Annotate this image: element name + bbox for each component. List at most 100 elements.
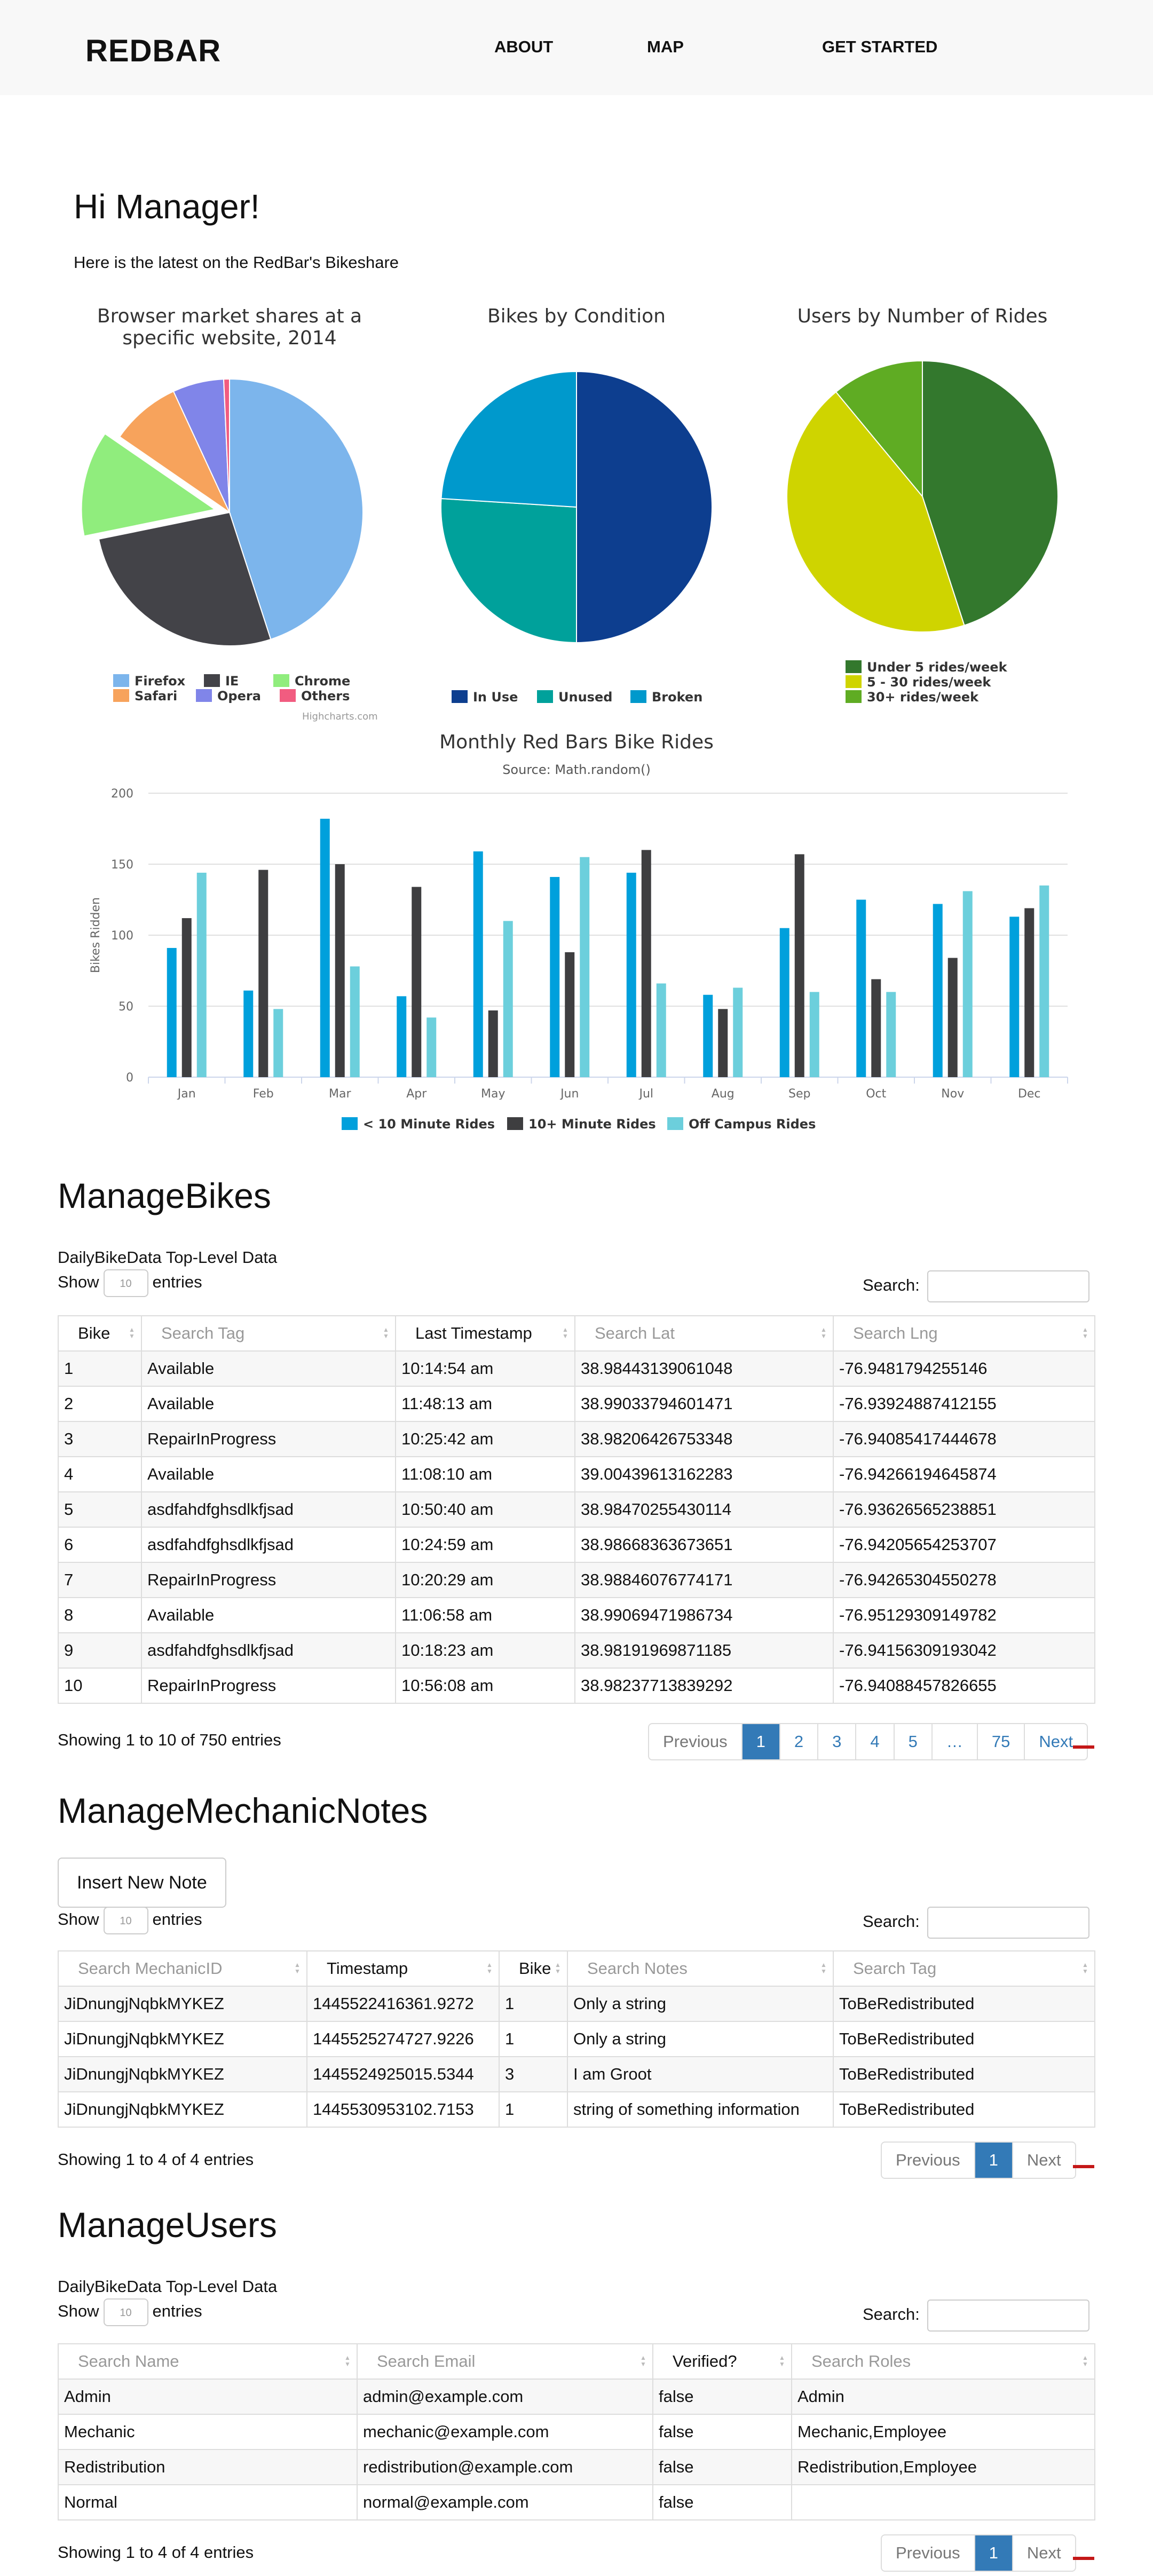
column-header-bike[interactable]: Bike ▲▼	[499, 1950, 568, 1987]
nav-map-link[interactable]: MAP	[647, 37, 684, 57]
legend-item[interactable]: Others	[280, 689, 350, 704]
table-row[interactable]: 3 RepairInProgress 10:25:42 am 38.982064267…	[58, 1421, 1095, 1457]
page-button-5[interactable]: 5	[893, 1724, 931, 1759]
entries-select[interactable]: 10	[103, 1907, 148, 1934]
next-page-button[interactable]: Next	[1024, 1724, 1087, 1759]
bar-dec-series-1[interactable]	[1009, 916, 1020, 1077]
bar-aug-series-2[interactable]	[718, 1009, 728, 1077]
legend-item[interactable]: Off Campus Rides	[667, 1117, 816, 1132]
column-header-search-lng[interactable]: Search Lng ▲▼	[833, 1315, 1095, 1352]
bar-feb-series-3[interactable]	[273, 1009, 283, 1077]
next-page-button[interactable]: Next	[1012, 2535, 1075, 2571]
page-button-2[interactable]: 2	[779, 1724, 817, 1759]
column-header-search-name[interactable]: Search Name ▲▼	[58, 2343, 358, 2380]
search-input[interactable]	[927, 1270, 1089, 1302]
pie-slice-in-use[interactable]	[576, 370, 713, 644]
legend-item[interactable]: 10+ Minute Rides	[507, 1117, 656, 1132]
legend-item[interactable]: IE	[204, 674, 239, 689]
bar-nov-series-2[interactable]	[947, 958, 958, 1077]
sort-icon[interactable]: ▲▼	[486, 1961, 493, 1974]
legend-item[interactable]: In Use	[452, 690, 518, 705]
bar-feb-series-1[interactable]	[243, 990, 254, 1077]
legend-item[interactable]: 30+ rides/week	[846, 690, 978, 705]
page-button-75[interactable]: 75	[976, 1724, 1024, 1759]
bar-apr-series-3[interactable]	[427, 1017, 437, 1077]
bar-nov-series-3[interactable]	[962, 891, 973, 1077]
legend-item[interactable]: Unused	[537, 690, 612, 705]
sort-icon[interactable]: ▲▼	[128, 1326, 136, 1339]
next-page-button[interactable]: Next	[1012, 2143, 1075, 2178]
page-button-3[interactable]: 3	[817, 1724, 855, 1759]
prev-page-button[interactable]: Previous	[882, 2143, 974, 2178]
entries-select[interactable]: 10	[103, 2298, 148, 2326]
bar-nov-series-1[interactable]	[933, 904, 943, 1077]
bar-jun-series-3[interactable]	[580, 857, 590, 1077]
table-row[interactable]: 4 Available 11:08:10 am 39.00439613162283 -7…	[58, 1456, 1095, 1492]
brand-logo[interactable]: REDBAR	[85, 33, 221, 69]
bar-sep-series-2[interactable]	[794, 854, 804, 1077]
bar-jun-series-2[interactable]	[565, 952, 575, 1077]
bar-aug-series-1[interactable]	[703, 994, 713, 1077]
column-header-search-lat[interactable]: Search Lat ▲▼	[574, 1315, 834, 1352]
legend-item[interactable]: Broken	[630, 690, 702, 705]
table-row[interactable]: 2 Available 11:48:13 am 38.99033794601471 -7…	[58, 1386, 1095, 1422]
column-header-search-tag[interactable]: Search Tag ▲▼	[141, 1315, 396, 1352]
bar-oct-series-1[interactable]	[856, 899, 866, 1078]
bar-may-series-1[interactable]	[473, 851, 483, 1077]
page-button-1[interactable]: 1	[974, 2143, 1012, 2178]
bar-feb-series-2[interactable]	[258, 870, 268, 1077]
column-header-bike[interactable]: Bike ▲▼	[58, 1315, 142, 1352]
sort-icon[interactable]: ▲▼	[778, 2354, 786, 2367]
sort-icon[interactable]: ▲▼	[1081, 1961, 1089, 1974]
search-input[interactable]	[927, 2300, 1089, 2332]
bar-jul-series-1[interactable]	[626, 872, 636, 1077]
entries-select[interactable]: 10	[103, 1269, 148, 1297]
legend-item[interactable]: 5 - 30 rides/week	[846, 675, 991, 690]
bar-apr-series-1[interactable]	[397, 996, 407, 1077]
bar-may-series-3[interactable]	[503, 921, 513, 1077]
table-row[interactable]: Mechanic mechanic@example.com false Mechani…	[58, 2414, 1095, 2450]
page-button-1[interactable]: 1	[741, 1724, 779, 1759]
sort-icon[interactable]: ▲▼	[562, 1326, 569, 1339]
bar-may-series-2[interactable]	[488, 1010, 498, 1077]
bar-mar-series-2[interactable]	[335, 864, 345, 1077]
bar-sep-series-1[interactable]	[779, 928, 789, 1077]
insert-note-button[interactable]: Insert New Note	[58, 1858, 226, 1908]
sort-icon[interactable]: ▲▼	[554, 1961, 562, 1974]
table-row[interactable]: 9 asdfahdfghsdlkfjsad 10:18:23 am 38.981919…	[58, 1632, 1095, 1669]
pie-slice-unused[interactable]	[440, 497, 577, 644]
table-row[interactable]: 1 Available 10:14:54 am 38.98443139061048 -7…	[58, 1350, 1095, 1387]
bar-sep-series-3[interactable]	[809, 992, 819, 1077]
nav-get-started-link[interactable]: GET STARTED	[822, 37, 937, 57]
table-row[interactable]: JiDnungjNqbkMYKEZ 1445522416361.9272 1 Only…	[58, 1986, 1095, 2022]
column-header-last-timestamp[interactable]: Last Timestamp ▲▼	[395, 1315, 575, 1352]
sort-icon[interactable]: ▲▼	[1081, 2354, 1089, 2367]
bar-jul-series-3[interactable]	[656, 983, 666, 1077]
table-row[interactable]: 8 Available 11:06:58 am 38.99069471986734 -7…	[58, 1597, 1095, 1633]
bar-oct-series-3[interactable]	[886, 992, 896, 1077]
legend-item[interactable]: < 10 Minute Rides	[342, 1117, 495, 1132]
bar-dec-series-2[interactable]	[1024, 908, 1034, 1077]
bar-mar-series-1[interactable]	[320, 818, 330, 1077]
sort-icon[interactable]: ▲▼	[344, 2354, 351, 2367]
bar-jan-series-3[interactable]	[196, 872, 207, 1077]
table-row[interactable]: Admin admin@example.com false Admin	[58, 2379, 1095, 2415]
bar-jul-series-2[interactable]	[641, 850, 651, 1077]
highcharts-credit[interactable]: Highcharts.com	[302, 711, 378, 722]
column-header-timestamp[interactable]: Timestamp ▲▼	[306, 1950, 500, 1987]
bar-mar-series-3[interactable]	[350, 966, 360, 1077]
table-row[interactable]: Normal normal@example.com false	[58, 2484, 1095, 2520]
bar-jan-series-1[interactable]	[167, 947, 177, 1077]
table-row[interactable]: 6 asdfahdfghsdlkfjsad 10:24:59 am 38.986683…	[58, 1527, 1095, 1563]
prev-page-button[interactable]: Previous	[882, 2535, 974, 2571]
nav-about-link[interactable]: ABOUT	[494, 37, 553, 57]
sort-icon[interactable]: ▲▼	[639, 2354, 647, 2367]
legend-item[interactable]: Safari	[113, 689, 177, 704]
sort-icon[interactable]: ▲▼	[820, 1326, 827, 1339]
page-button-1[interactable]: 1	[974, 2535, 1012, 2571]
table-row[interactable]: JiDnungjNqbkMYKEZ 1445530953102.7153 1 stri…	[58, 2091, 1095, 2128]
sort-icon[interactable]: ▲▼	[1081, 1326, 1089, 1339]
bar-dec-series-3[interactable]	[1039, 885, 1049, 1077]
sort-icon[interactable]: ▲▼	[382, 1326, 390, 1339]
legend-item[interactable]: Chrome	[273, 674, 350, 689]
